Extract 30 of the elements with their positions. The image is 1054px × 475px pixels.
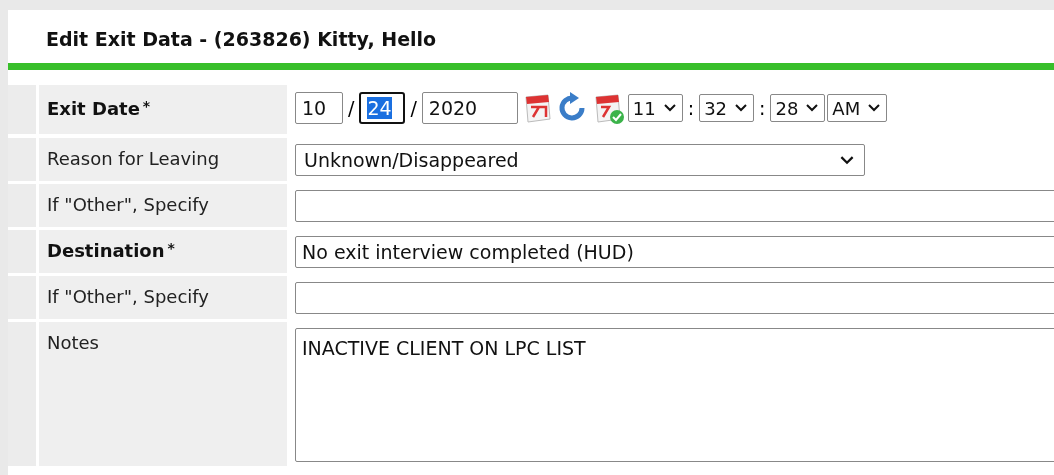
chevron-down-icon	[735, 104, 748, 112]
panel-title: Edit Exit Data - (263826) Kitty, Hello	[45, 27, 438, 52]
field-label: If "Other", Specify	[47, 286, 209, 307]
field-label: If "Other", Specify	[47, 194, 209, 215]
field-label: Reason for Leaving	[47, 148, 220, 169]
ampm-select[interactable]: AM	[827, 94, 888, 122]
date-separator: /	[348, 97, 355, 119]
chevron-down-icon	[840, 155, 854, 165]
month-input[interactable]: 10	[295, 92, 343, 124]
reason-select[interactable]: Unknown/Disappeared	[295, 144, 865, 176]
chevron-down-icon	[868, 104, 881, 112]
destination-select[interactable]: No exit interview completed (HUD)	[295, 236, 1054, 268]
date-separator: /	[410, 97, 417, 119]
chevron-down-icon	[806, 104, 819, 112]
field-label: Destination	[47, 240, 165, 261]
field-label: Exit Date	[47, 98, 140, 119]
minute-select[interactable]: 32	[699, 94, 755, 122]
field-label: Notes	[47, 332, 99, 353]
text-input[interactable]	[295, 190, 1054, 222]
text-input[interactable]	[295, 282, 1054, 314]
second-select[interactable]: 28	[770, 94, 826, 122]
required-mark: *	[142, 98, 151, 114]
hour-select[interactable]: 11	[627, 94, 683, 122]
time-separator: :	[759, 97, 766, 119]
year-input[interactable]: 2020	[421, 92, 518, 124]
chevron-down-icon	[663, 104, 676, 112]
day-input[interactable]: 24	[359, 92, 406, 124]
time-separator: :	[687, 97, 695, 119]
notes-textarea[interactable]: INACTIVE CLIENT ON LPC LIST	[295, 328, 1054, 462]
required-mark: *	[167, 240, 175, 256]
